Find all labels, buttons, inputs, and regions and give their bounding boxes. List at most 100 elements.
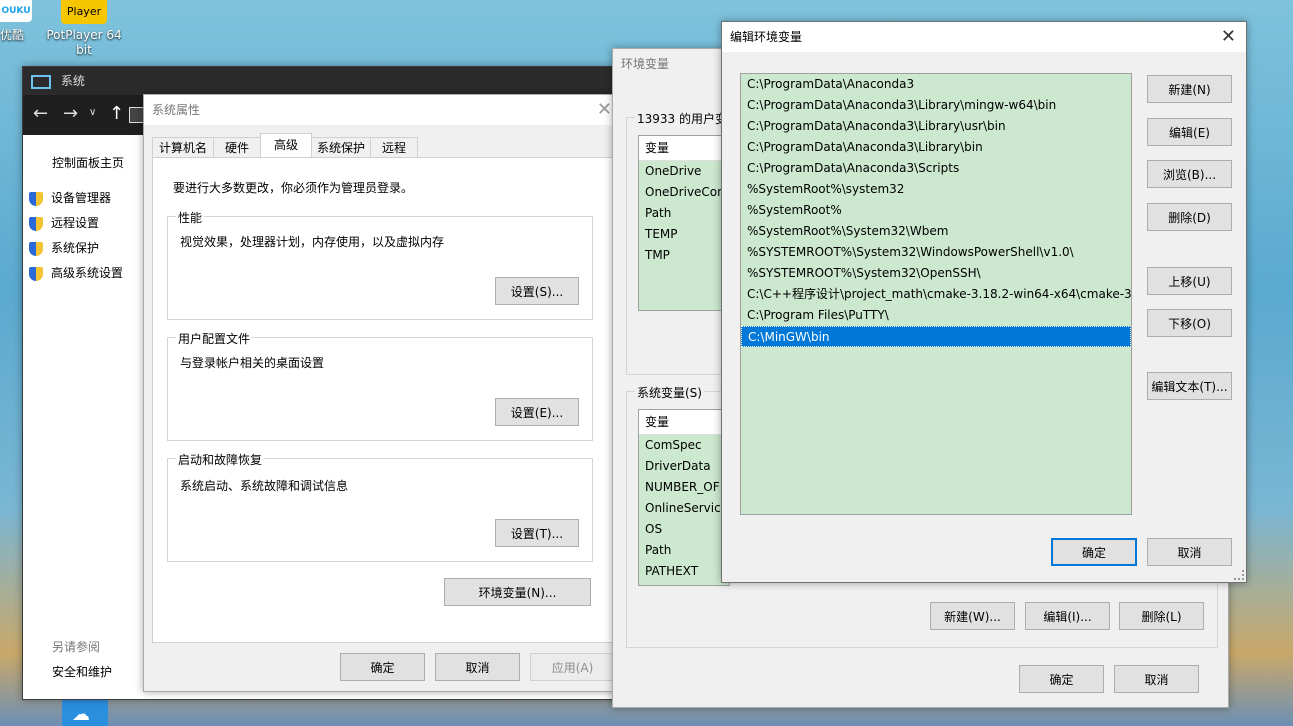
list-item[interactable]: OneDrive [639, 161, 729, 182]
list-item[interactable]: OneDriveCon [639, 182, 729, 203]
list-item[interactable]: C:\ProgramData\Anaconda3\Library\bin [741, 137, 1131, 158]
empty-list-row[interactable] [741, 494, 1131, 514]
cloud-desktop-icon[interactable]: ☁ [62, 698, 108, 726]
empty-list-row[interactable] [741, 389, 1131, 410]
chevron-down-icon[interactable]: ∨ [89, 107, 96, 118]
potplayer-logo-icon: Player [61, 0, 107, 24]
desktop-icon-label: 优酷 [0, 28, 25, 42]
edit-system-variable-button[interactable]: 编辑(I)... [1025, 602, 1110, 630]
edit-path-button[interactable]: 编辑(E) [1147, 118, 1232, 146]
tab-panel: 要进行大多数更改，你必须作为管理员登录。 性能 视觉效果，处理器计划，内存使用，… [152, 157, 615, 643]
list-item[interactable]: Path [639, 203, 729, 224]
youku-desktop-icon[interactable]: OUKU 优酷 [0, 0, 40, 43]
path-list[interactable]: C:\ProgramData\Anaconda3 C:\ProgramData\A… [740, 73, 1132, 515]
list-item[interactable]: %SystemRoot%\System32\Wbem [741, 221, 1131, 242]
admin-note: 要进行大多数更改，你必须作为管理员登录。 [173, 181, 414, 195]
control-panel-home-link[interactable]: 控制面板主页 [52, 154, 124, 171]
back-arrow-icon[interactable]: ← [33, 103, 48, 124]
environment-variables-button[interactable]: 环境变量(N)... [444, 578, 591, 606]
list-item[interactable]: NUMBER_OF [639, 477, 729, 498]
monitor-icon [31, 74, 51, 89]
sidebar-item-advanced-settings[interactable]: 高级系统设置 [29, 264, 123, 281]
list-item[interactable]: %SystemRoot%\system32 [741, 179, 1131, 200]
new-system-variable-button[interactable]: 新建(W)... [930, 602, 1015, 630]
empty-list-row[interactable] [741, 452, 1131, 473]
system-properties-dialog: 系统属性 ✕ 计算机名 硬件 高级 系统保护 远程 要进行大多数更改，你必须作为… [143, 94, 623, 692]
apply-button[interactable]: 应用(A) [530, 653, 615, 681]
shield-icon [29, 266, 43, 281]
performance-group: 性能 视觉效果，处理器计划，内存使用，以及虚拟内存 设置(S)... [167, 209, 593, 320]
sidebar-item-device-manager[interactable]: 设备管理器 [29, 189, 111, 206]
move-up-button[interactable]: 上移(U) [1147, 267, 1232, 295]
list-item[interactable]: DriverData [639, 456, 729, 477]
delete-system-variable-button[interactable]: 删除(L) [1119, 602, 1204, 630]
list-item[interactable]: TMP [639, 245, 729, 266]
tab-advanced[interactable]: 高级 [260, 133, 312, 159]
new-path-button[interactable]: 新建(N) [1147, 75, 1232, 103]
list-item[interactable]: %SYSTEMROOT%\System32\WindowsPowerShell\… [741, 242, 1131, 263]
system-variables-list[interactable]: 变量 ComSpec DriverData NUMBER_OF OnlineServi… [638, 409, 730, 586]
dialog-title: 环境变量 [621, 57, 670, 71]
list-item[interactable]: C:\MinGW\bin [741, 326, 1131, 347]
ok-button[interactable]: 确定 [340, 653, 425, 681]
startup-recovery-settings-button[interactable]: 设置(T)... [495, 519, 579, 547]
list-item[interactable]: C:\Program Files\PuTTY\ [741, 305, 1131, 326]
resize-grip-icon[interactable] [1234, 570, 1244, 580]
list-item[interactable]: TEMP [639, 224, 729, 245]
list-item[interactable]: OnlineService [639, 498, 729, 519]
list-item[interactable]: C:\ProgramData\Anaconda3\Library\usr\bin [741, 116, 1131, 137]
tab-computer-name[interactable]: 计算机名 [152, 137, 214, 159]
performance-settings-button[interactable]: 设置(S)... [495, 277, 579, 305]
empty-list-row[interactable] [741, 347, 1131, 368]
user-profile-settings-button[interactable]: 设置(E)... [495, 398, 579, 426]
security-maintenance-link[interactable]: 安全和维护 [52, 663, 112, 680]
list-item[interactable]: C:\ProgramData\Anaconda3 [741, 74, 1131, 95]
system-titlebar: 系统 [23, 67, 623, 95]
potplayer-desktop-icon[interactable]: Player PotPlayer 64 bit [44, 0, 124, 58]
performance-description: 视觉效果，处理器计划，内存使用，以及虚拟内存 [180, 235, 445, 249]
empty-list-row[interactable] [741, 410, 1131, 431]
edit-text-button[interactable]: 编辑文本(T)... [1147, 372, 1232, 400]
ok-button[interactable]: 确定 [1019, 665, 1104, 693]
up-arrow-icon[interactable]: ↑ [109, 103, 124, 124]
empty-list-row[interactable] [741, 473, 1131, 494]
cancel-button[interactable]: 取消 [1147, 538, 1232, 566]
empty-list-row[interactable] [741, 431, 1131, 452]
system-variables-legend: 系统变量(S) [635, 384, 704, 401]
delete-path-button[interactable]: 删除(D) [1147, 203, 1232, 231]
move-down-button[interactable]: 下移(O) [1147, 309, 1232, 337]
sidebar-item-label: 远程设置 [51, 216, 100, 230]
tab-remote[interactable]: 远程 [370, 137, 418, 159]
list-item[interactable]: PATHEXT [639, 561, 729, 582]
list-header[interactable]: 变量 [639, 410, 729, 435]
cancel-button[interactable]: 取消 [1114, 665, 1199, 693]
list-item[interactable]: OS [639, 519, 729, 540]
list-item[interactable]: %SystemRoot% [741, 200, 1131, 221]
user-profile-group: 用户配置文件 与登录帐户相关的桌面设置 设置(E)... [167, 330, 593, 441]
list-item[interactable]: C:\C++程序设计\project_math\cmake-3.18.2-win… [741, 284, 1131, 305]
list-item[interactable]: %SYSTEMROOT%\System32\OpenSSH\ [741, 263, 1131, 284]
list-item[interactable]: C:\ProgramData\Anaconda3\Library\mingw-w… [741, 95, 1131, 116]
list-header[interactable]: 变量 [639, 136, 729, 161]
dialog-title: 系统属性 [152, 103, 201, 117]
cloud-icon: ☁ [72, 704, 90, 725]
sidebar-item-label: 系统保护 [51, 241, 100, 255]
user-profile-description: 与登录帐户相关的桌面设置 [180, 356, 325, 370]
tab-system-protection[interactable]: 系统保护 [311, 137, 371, 159]
empty-list-row[interactable] [741, 368, 1131, 389]
forward-arrow-icon[interactable]: → [63, 103, 78, 124]
browse-button[interactable]: 浏览(B)... [1147, 160, 1232, 188]
startup-recovery-group: 启动和故障恢复 系统启动、系统故障和调试信息 设置(T)... [167, 451, 593, 562]
sidebar-item-remote-settings[interactable]: 远程设置 [29, 214, 99, 231]
ok-button[interactable]: 确定 [1051, 538, 1137, 566]
close-icon[interactable]: ✕ [1221, 22, 1236, 52]
cancel-button[interactable]: 取消 [435, 653, 520, 681]
list-item[interactable]: Path [639, 540, 729, 561]
dialog-titlebar: 编辑环境变量 ✕ [722, 22, 1246, 52]
user-variables-list[interactable]: 变量 OneDrive OneDriveCon Path TEMP TMP [638, 135, 730, 311]
sidebar-item-system-protection[interactable]: 系统保护 [29, 239, 99, 256]
list-item[interactable]: ComSpec [639, 435, 729, 456]
close-icon[interactable]: ✕ [597, 95, 612, 125]
list-item[interactable]: C:\ProgramData\Anaconda3\Scripts [741, 158, 1131, 179]
tab-hardware[interactable]: 硬件 [213, 137, 261, 159]
